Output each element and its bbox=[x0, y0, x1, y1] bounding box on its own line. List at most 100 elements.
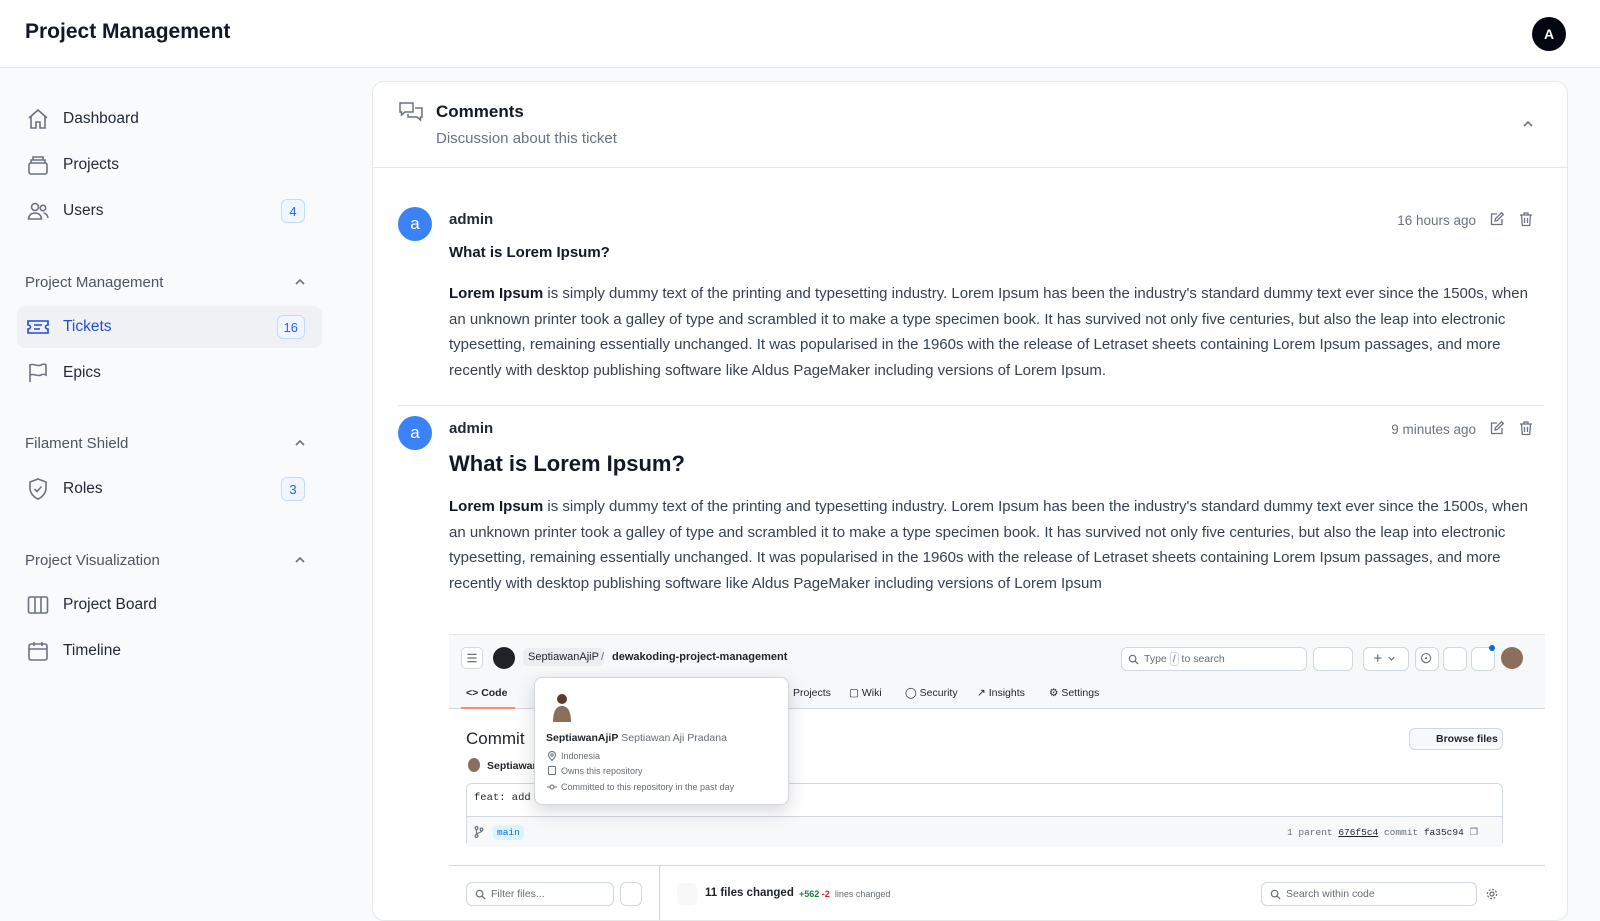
home-icon bbox=[28, 108, 48, 129]
chevron-up-icon[interactable] bbox=[293, 436, 307, 450]
active-tab-indicator bbox=[461, 707, 515, 709]
copilot-icon bbox=[1313, 647, 1353, 671]
avatar bbox=[1501, 647, 1523, 669]
group-label-project-management[interactable]: Project Management bbox=[25, 274, 163, 291]
comment-body: Lorem Ipsum is simply dummy text of the … bbox=[449, 494, 1534, 596]
hover-card-name: SeptiawanAjiP Septiawan Aji Pradana bbox=[546, 732, 727, 744]
commit-footer: main 1 parent 676f5c4 commit fa35c94 ❐ bbox=[467, 816, 1502, 847]
chevron-up-icon[interactable] bbox=[1521, 117, 1535, 131]
avatar bbox=[468, 758, 480, 772]
sidebar-item-roles[interactable]: Roles 3 bbox=[17, 468, 322, 510]
comment-heading: What is Lorem Ipsum? bbox=[449, 451, 685, 476]
chat-bubbles-icon bbox=[399, 102, 423, 122]
sidebar-item-tickets[interactable]: Tickets 16 bbox=[17, 306, 322, 348]
divider bbox=[659, 865, 660, 920]
plus-icon bbox=[1363, 647, 1409, 671]
sidebar: Dashboard Projects Users 4 Project Manag… bbox=[0, 68, 340, 906]
comment-text: is simply dummy text of the printing and… bbox=[449, 285, 1528, 379]
repo-name: dewakoding-project-management bbox=[612, 651, 788, 663]
comment-author: admin bbox=[449, 211, 494, 228]
files-changed-count: 11 files changed bbox=[705, 887, 794, 899]
pull-requests-icon bbox=[1443, 647, 1467, 671]
comment-timestamp: 16 hours ago bbox=[1397, 213, 1476, 228]
comment-lead: Lorem Ipsum bbox=[449, 285, 544, 302]
issues-icon bbox=[1415, 647, 1439, 671]
comment-body: Lorem Ipsum is simply dummy text of the … bbox=[449, 281, 1534, 383]
path-separator: / bbox=[601, 651, 605, 663]
top-bar: Project Management A bbox=[0, 0, 1600, 68]
comments-card: Comments Discussion about this ticket a … bbox=[372, 81, 1568, 921]
tab-code: <> Code bbox=[466, 687, 508, 699]
sidebar-item-label: Users bbox=[63, 202, 104, 219]
divider bbox=[449, 865, 1545, 866]
avatar: a bbox=[398, 416, 432, 450]
calendar-icon bbox=[28, 642, 48, 661]
tab-security: ◯ Security bbox=[905, 687, 958, 699]
chevron-up-icon[interactable] bbox=[293, 553, 307, 567]
sidebar-item-users[interactable]: Users 4 bbox=[17, 190, 322, 232]
avatar: a bbox=[398, 207, 432, 241]
tab-wiki: ▢ Wiki bbox=[849, 687, 882, 699]
tab-settings: ⚙ Settings bbox=[1049, 687, 1100, 699]
search-icon bbox=[1128, 654, 1139, 665]
commit-message: feat: add bbox=[474, 792, 531, 804]
users-icon bbox=[27, 202, 49, 220]
comment-text: is simply dummy text of the printing and… bbox=[449, 498, 1528, 592]
browse-files-button: Browse files bbox=[1409, 728, 1503, 750]
commit-title: Commit bbox=[466, 729, 525, 748]
repo-icon bbox=[548, 766, 556, 775]
group-label-filament-shield[interactable]: Filament Shield bbox=[25, 435, 128, 452]
sidebar-item-label: Timeline bbox=[63, 642, 121, 659]
edit-icon[interactable] bbox=[1489, 420, 1505, 436]
search-text: Type bbox=[1144, 653, 1167, 665]
sidebar-item-label: Roles bbox=[63, 480, 103, 497]
comment-lead: Lorem Ipsum bbox=[449, 498, 544, 515]
filter-files-input: Filter files... bbox=[466, 882, 614, 906]
sidebar-item-label: Projects bbox=[63, 156, 119, 173]
sidebar-item-projects[interactable]: Projects bbox=[17, 144, 322, 186]
count-badge: 16 bbox=[276, 315, 305, 339]
app-title[interactable]: Project Management bbox=[25, 20, 230, 44]
sidebar-item-label: Tickets bbox=[63, 318, 112, 335]
gear-icon bbox=[1486, 888, 1498, 900]
sidebar-item-project-board[interactable]: Project Board bbox=[17, 584, 322, 626]
ticket-icon bbox=[27, 320, 49, 334]
sidebar-item-epics[interactable]: Epics bbox=[17, 352, 322, 394]
user-avatar[interactable]: A bbox=[1532, 17, 1566, 51]
edit-icon[interactable] bbox=[1489, 211, 1505, 227]
flag-icon bbox=[29, 363, 47, 382]
sidebar-item-timeline[interactable]: Timeline bbox=[17, 630, 322, 672]
github-search: Type / to search bbox=[1121, 647, 1307, 671]
notification-dot bbox=[1489, 645, 1495, 651]
search-icon bbox=[475, 889, 486, 900]
columns-icon bbox=[27, 596, 49, 614]
github-logo-icon bbox=[493, 647, 515, 669]
count-badge: 3 bbox=[281, 477, 305, 501]
comments-header[interactable]: Comments Discussion about this ticket bbox=[373, 82, 1567, 168]
comment-item: a admin 16 hours ago What is Lorem Ipsum… bbox=[398, 207, 1544, 392]
stack-icon bbox=[28, 156, 48, 175]
shield-icon bbox=[29, 478, 47, 500]
search-key: / bbox=[1169, 652, 1179, 666]
hover-card-owns: Owns this repository bbox=[561, 766, 643, 776]
trash-icon[interactable] bbox=[1518, 420, 1534, 436]
count-badge: 4 bbox=[281, 199, 305, 223]
search-within-code-input: Search within code bbox=[1261, 882, 1477, 906]
filter-options-icon bbox=[620, 882, 642, 906]
commit-parents: 1 parent 676f5c4 commit fa35c94 ❐ bbox=[1287, 827, 1478, 838]
commit-icon bbox=[547, 784, 557, 790]
hamburger-menu-icon bbox=[461, 647, 483, 669]
sidebar-item-label: Dashboard bbox=[63, 110, 139, 127]
sidebar-toggle-icon bbox=[677, 883, 697, 905]
embedded-github-screenshot: SeptiawanAjiP / dewakoding-project-manag… bbox=[449, 634, 1545, 920]
comment-heading: What is Lorem Ipsum? bbox=[449, 244, 610, 261]
trash-icon[interactable] bbox=[1518, 211, 1534, 227]
search-text: to search bbox=[1181, 653, 1225, 665]
sidebar-item-dashboard[interactable]: Dashboard bbox=[17, 98, 322, 140]
chevron-up-icon[interactable] bbox=[293, 275, 307, 289]
tab-projects: Projects bbox=[793, 687, 831, 699]
user-hover-card: SeptiawanAjiP Septiawan Aji Pradana Indo… bbox=[534, 677, 789, 805]
group-label-project-visualization[interactable]: Project Visualization bbox=[25, 552, 160, 569]
hover-card-committed: Committed to this repository in the past… bbox=[561, 782, 735, 792]
section-title: Comments bbox=[436, 102, 524, 121]
